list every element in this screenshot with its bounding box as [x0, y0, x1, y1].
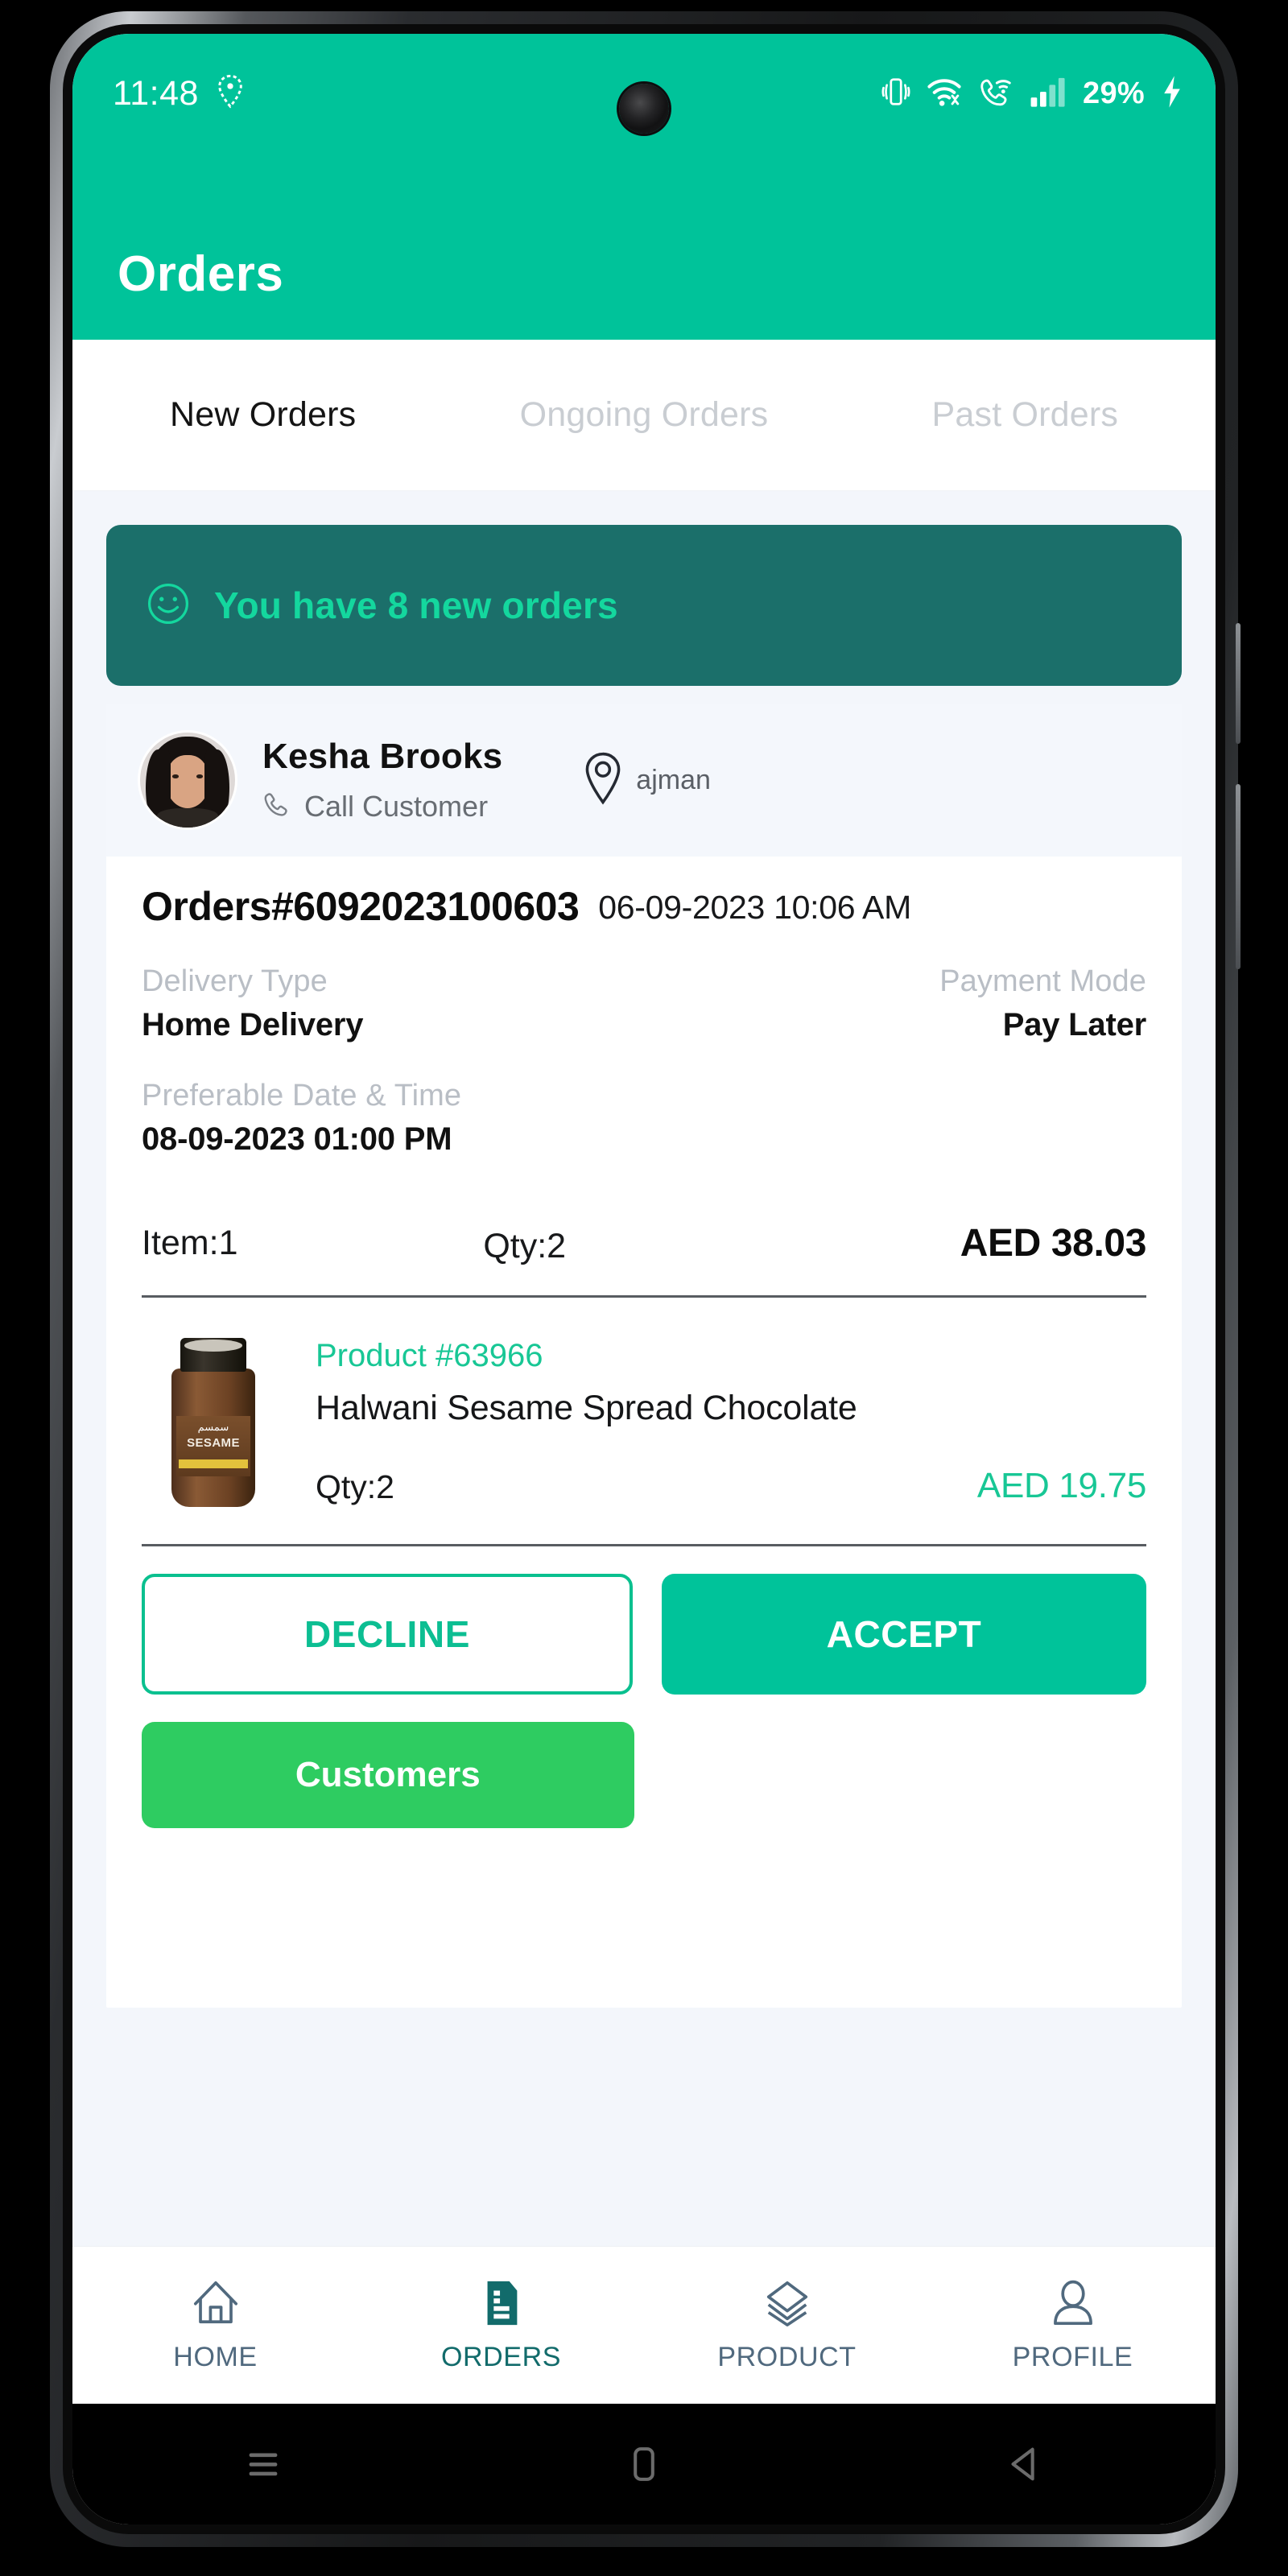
- status-time: 11:48: [113, 73, 199, 113]
- product-name: Halwani Sesame Spread Chocolate: [316, 1389, 857, 1427]
- page-title: Orders: [118, 246, 284, 302]
- preferable-datetime-row: Preferable Date & Time 08-09-2023 01:00 …: [142, 1079, 1146, 1158]
- app-bar: Orders: [72, 153, 1216, 340]
- customer-name: Kesha Brooks: [262, 737, 503, 776]
- orders-tab-bar: New Orders Ongoing Orders Past Orders: [72, 340, 1216, 491]
- back-icon[interactable]: [835, 2442, 1216, 2486]
- tab-ongoing-orders[interactable]: Ongoing Orders: [453, 395, 834, 435]
- order-total-amount: AED 38.03: [960, 1222, 1147, 1265]
- order-details: Orders#6092023100603 06-09-2023 10:06 AM…: [106, 857, 1182, 1828]
- nav-item-home[interactable]: HOME: [72, 2278, 358, 2373]
- payment-mode-block: Payment Mode Pay Later: [939, 964, 1146, 1043]
- wifi-calling-icon: [978, 76, 1013, 112]
- delivery-type-block: Delivery Type Home Delivery: [142, 964, 364, 1043]
- layers-icon: [762, 2278, 812, 2332]
- bottom-navigation-bar: HOME ORDERS PRODUCT PROFILE: [72, 2246, 1216, 2404]
- new-orders-banner-text: You have 8 new orders: [214, 584, 618, 626]
- product-info: Product #63966 Halwani Sesame Spread Cho…: [316, 1338, 1146, 1506]
- home-icon[interactable]: [453, 2442, 834, 2486]
- android-navigation-bar: [72, 2404, 1216, 2524]
- status-bar: 11:48 29%: [72, 34, 1216, 153]
- customers-button[interactable]: Customers: [142, 1722, 634, 1828]
- recents-icon[interactable]: [72, 2442, 453, 2486]
- location-icon: [217, 74, 244, 113]
- product-id: Product #63966: [316, 1338, 543, 1373]
- device-bezel: 11:48 29% Orders New Orders Ongoing Orde…: [63, 24, 1225, 2534]
- customer-location: ajman: [583, 751, 711, 810]
- product-bottom-row: Qty:2 AED 19.75: [316, 1466, 1146, 1506]
- status-bar-right: 29%: [881, 75, 1183, 113]
- signal-bars-icon: [1030, 76, 1067, 112]
- product-thumb-label: SESAME: [187, 1435, 240, 1450]
- power-key[interactable]: [1236, 784, 1241, 969]
- decline-button[interactable]: DECLINE: [142, 1574, 633, 1695]
- nav-item-profile[interactable]: PROFILE: [930, 2278, 1216, 2373]
- customer-location-label: ajman: [636, 764, 711, 795]
- order-header-row: Orders#6092023100603 06-09-2023 10:06 AM: [142, 884, 1146, 929]
- document-icon: [477, 2278, 526, 2332]
- wifi-icon: [927, 76, 962, 112]
- product-thumbnail: سمسم SESAME: [142, 1338, 285, 1507]
- nav-label-home: HOME: [173, 2341, 258, 2372]
- product-price: AED 19.75: [976, 1465, 1146, 1505]
- product-divider: [142, 1544, 1146, 1546]
- person-icon: [1048, 2278, 1098, 2332]
- order-datetime: 06-09-2023 10:06 AM: [598, 889, 911, 926]
- customer-info: Kesha Brooks Call Customer: [262, 737, 502, 824]
- order-totals-row: Item:1 Qty:2 AED 38.03: [142, 1220, 1146, 1290]
- nav-item-product[interactable]: PRODUCT: [644, 2278, 930, 2373]
- home-icon: [191, 2278, 241, 2332]
- tab-new-orders[interactable]: New Orders: [72, 395, 453, 435]
- customer-row: Kesha Brooks Call Customer ajman: [106, 704, 1182, 857]
- phone-icon: [262, 791, 291, 824]
- accept-button[interactable]: ACCEPT: [662, 1574, 1146, 1695]
- payment-mode-label: Payment Mode: [939, 964, 1146, 998]
- preferable-datetime-value: 08-09-2023 01:00 PM: [142, 1121, 452, 1157]
- preferable-datetime-block: Preferable Date & Time 08-09-2023 01:00 …: [142, 1079, 461, 1158]
- preferable-datetime-label: Preferable Date & Time: [142, 1079, 462, 1113]
- volume-key[interactable]: [1236, 623, 1241, 744]
- map-pin-icon: [583, 751, 623, 810]
- order-product-row[interactable]: سمسم SESAME Product #63966 Halwani Sesam…: [142, 1298, 1146, 1539]
- order-qty-total: Qty:2: [483, 1227, 567, 1265]
- battery-charging-icon: [1161, 75, 1183, 113]
- totals-divider: [142, 1295, 1146, 1298]
- payment-mode-value: Pay Later: [1002, 1007, 1147, 1042]
- orders-list-scroll-area[interactable]: You have 8 new orders Kesha Brooks Call …: [72, 491, 1216, 2246]
- call-customer-label: Call Customer: [304, 790, 489, 823]
- phone-screen: 11:48 29% Orders New Orders Ongoing Orde…: [72, 34, 1216, 2524]
- product-qty: Qty:2: [316, 1468, 394, 1505]
- phone-device-frame: 11:48 29% Orders New Orders Ongoing Orde…: [50, 11, 1241, 2547]
- front-camera-punch-hole: [619, 84, 669, 134]
- new-orders-banner: You have 8 new orders: [106, 525, 1182, 686]
- nav-item-orders[interactable]: ORDERS: [358, 2278, 644, 2373]
- order-item-count: Item:1: [142, 1224, 238, 1262]
- order-number: Orders#6092023100603: [142, 884, 580, 929]
- call-customer-button[interactable]: Call Customer: [262, 790, 502, 824]
- delivery-type-label: Delivery Type: [142, 964, 328, 998]
- tab-past-orders[interactable]: Past Orders: [835, 395, 1216, 435]
- battery-percent-label: 29%: [1083, 76, 1145, 110]
- delivery-type-value: Home Delivery: [142, 1007, 364, 1042]
- order-card[interactable]: Kesha Brooks Call Customer ajman Orders#…: [106, 704, 1182, 2008]
- order-action-buttons: DECLINE ACCEPT: [142, 1546, 1146, 1695]
- vibrate-icon: [881, 76, 910, 112]
- nav-label-orders: ORDERS: [440, 2341, 562, 2372]
- smiley-icon: [147, 582, 190, 630]
- customer-avatar: [140, 733, 235, 828]
- product-thumb-label-ar: سمسم: [197, 1420, 229, 1433]
- nav-label-product: PRODUCT: [717, 2341, 857, 2372]
- status-bar-left: 11:48: [113, 73, 244, 113]
- delivery-payment-row: Delivery Type Home Delivery Payment Mode…: [142, 964, 1146, 1043]
- nav-label-profile: PROFILE: [1012, 2341, 1133, 2372]
